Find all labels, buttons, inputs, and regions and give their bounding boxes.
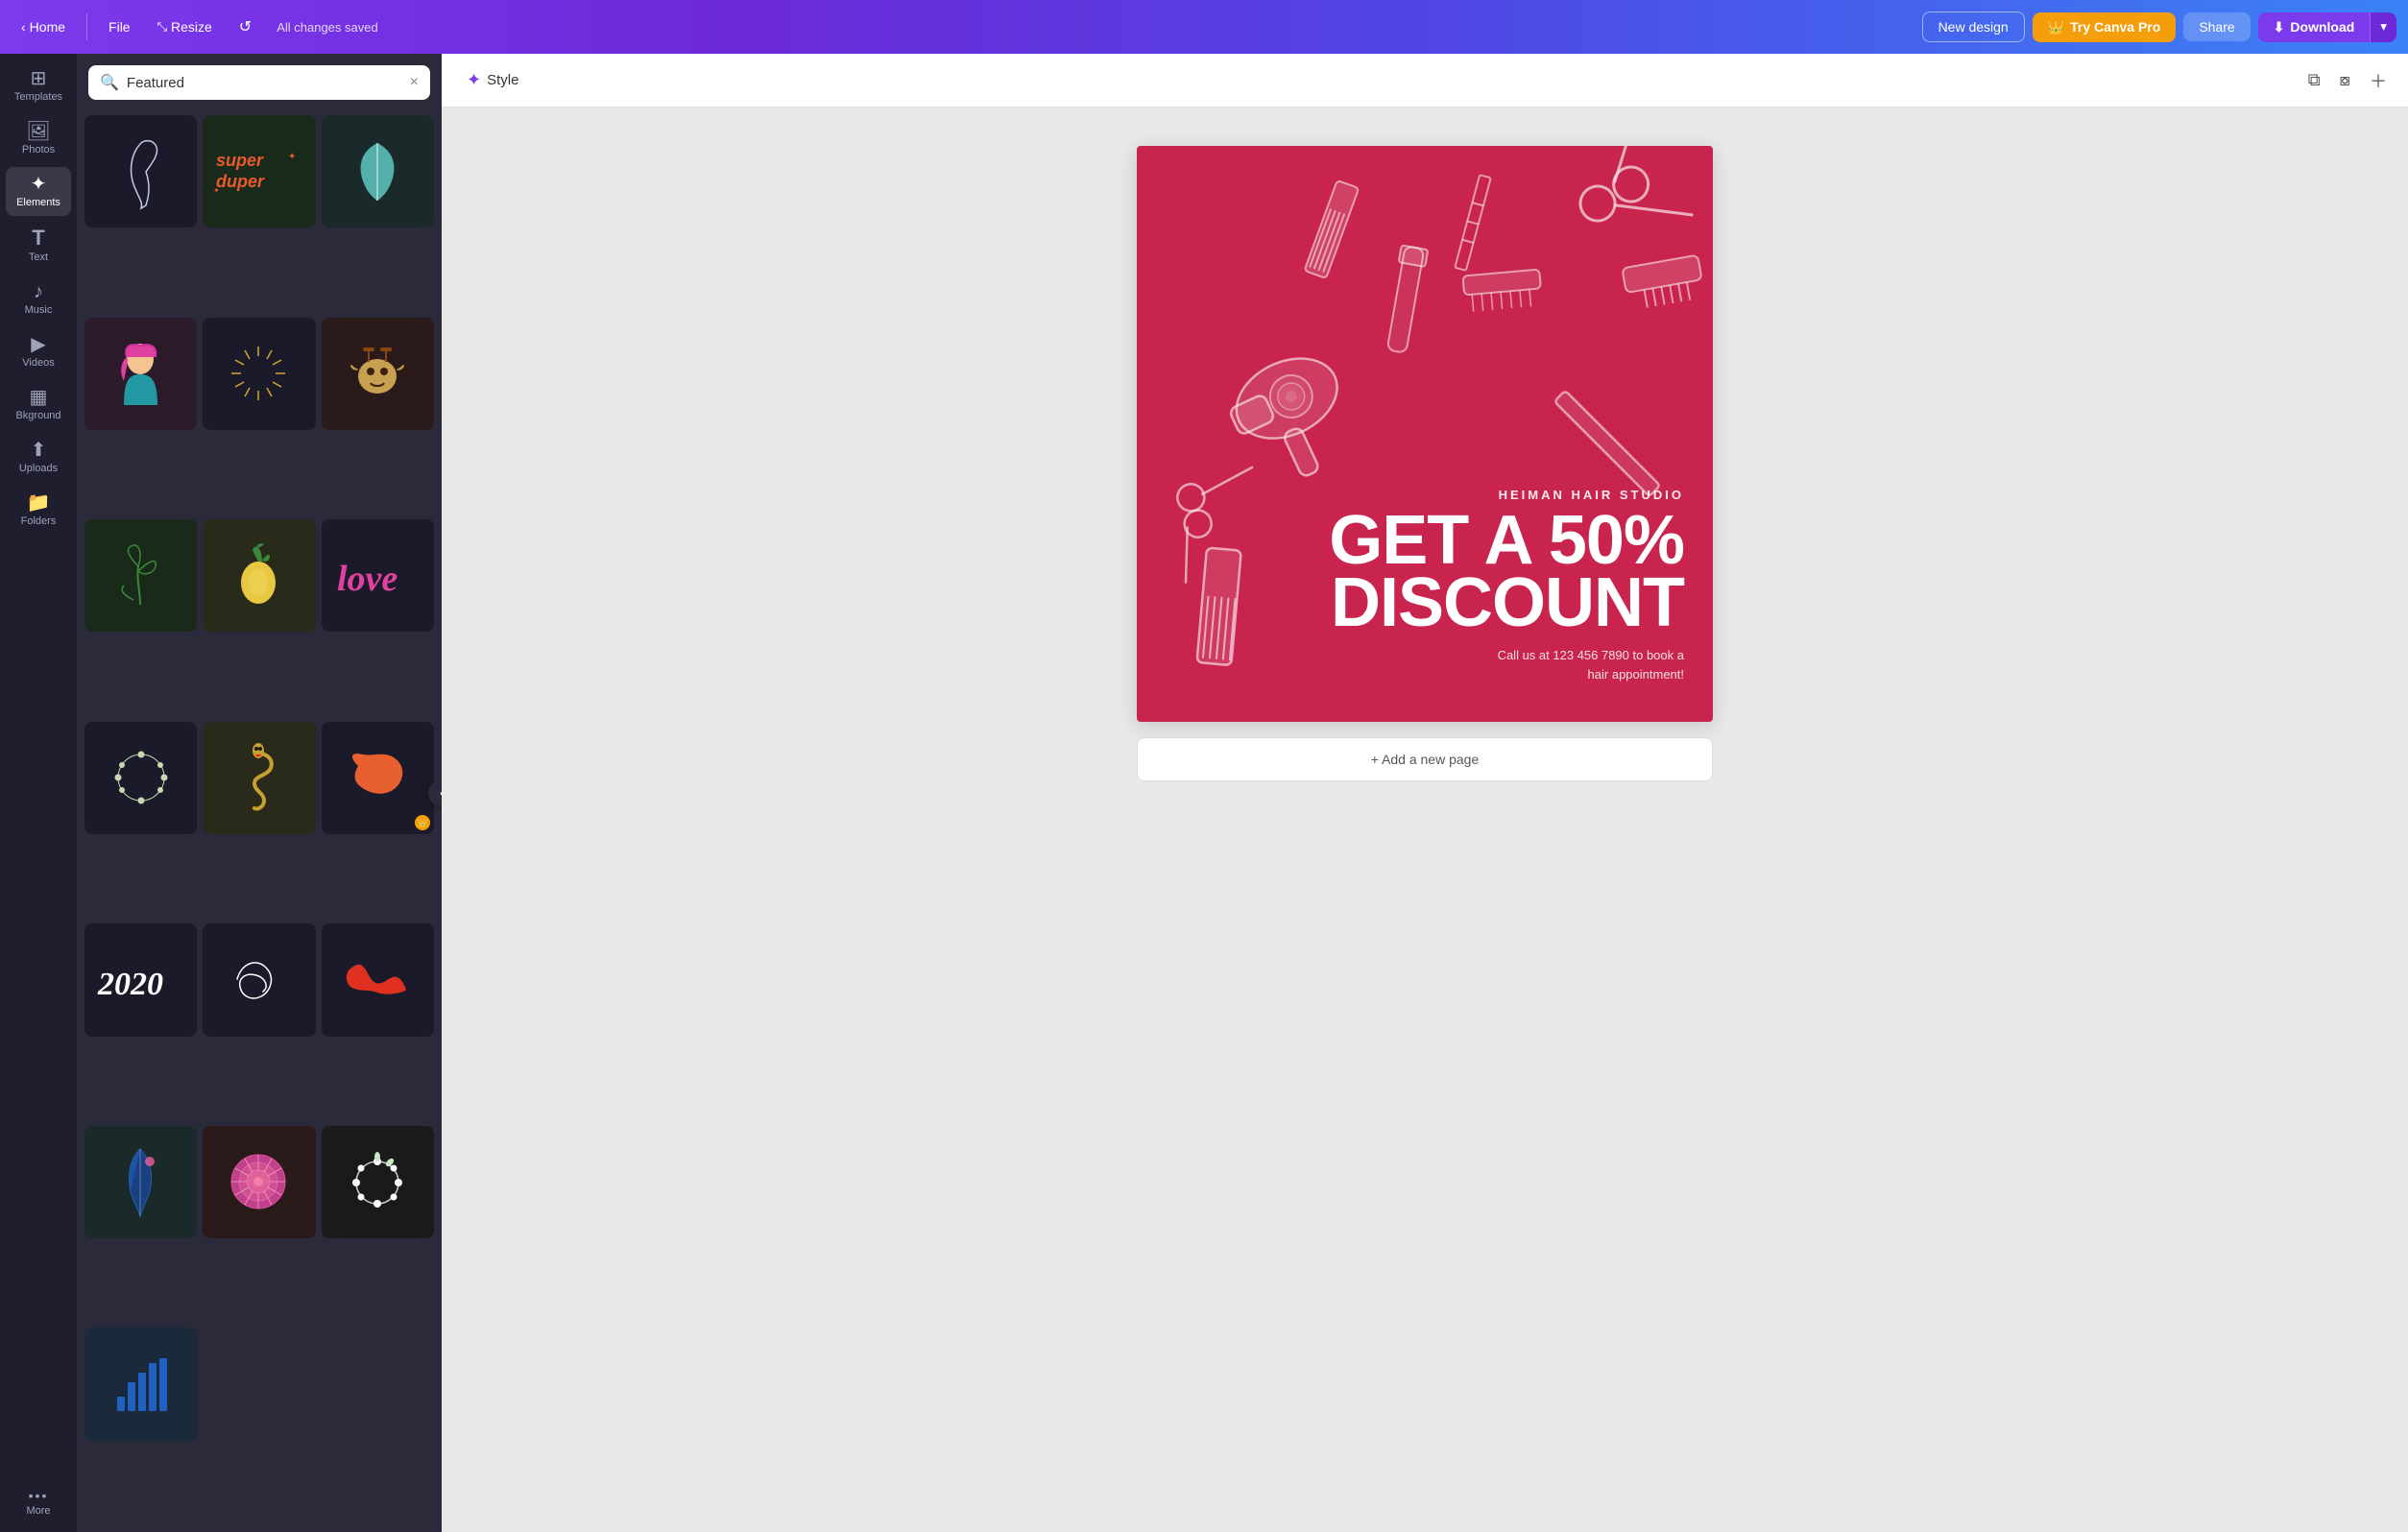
text-icon: T xyxy=(32,227,44,249)
music-icon: ♪ xyxy=(34,282,43,301)
element-flower-wreath[interactable] xyxy=(322,1126,434,1238)
search-bar: 🔍 × xyxy=(77,54,442,108)
element-blue-feather[interactable] xyxy=(84,1126,197,1238)
search-input[interactable] xyxy=(127,75,402,91)
download-button[interactable]: ⬇ Download xyxy=(2258,12,2371,42)
sidebar-item-photos[interactable]: 🖼 Photos xyxy=(6,114,71,163)
style-sparkle-icon: ✦ xyxy=(467,70,481,90)
canvas-content: HEIMAN HAIR STUDIO GET A 50% DISCOUNT Ca… xyxy=(1137,146,1713,781)
elements-panel: 🔍 × super duper ✦ ✦ xyxy=(77,54,442,1532)
element-floral-wreath[interactable] xyxy=(84,722,197,834)
element-bird[interactable] xyxy=(84,115,197,227)
svg-text:2020: 2020 xyxy=(97,967,163,1002)
file-button[interactable]: File xyxy=(99,13,140,40)
chevron-down-icon: ▾ xyxy=(2380,19,2387,34)
copy-icon: ⧇ xyxy=(2340,70,2350,89)
element-snake[interactable] xyxy=(203,722,315,834)
download-icon: ⬇ xyxy=(2274,19,2285,36)
folders-icon: 📁 xyxy=(27,493,51,513)
toolbar-icons: ⧉ ⧇ ＋ xyxy=(2302,62,2393,99)
elements-grid: super duper ✦ ✦ xyxy=(77,108,442,1532)
element-woman[interactable] xyxy=(84,318,197,430)
search-icon: 🔍 xyxy=(100,73,119,92)
add-icon: ＋ xyxy=(2370,72,2387,91)
try-pro-button[interactable]: 👑 Try Canva Pro xyxy=(2033,12,2177,42)
background-icon: ▦ xyxy=(30,388,48,407)
sidebar-item-templates[interactable]: ⊞ Templates xyxy=(6,61,71,110)
element-sunburst[interactable] xyxy=(203,318,315,430)
element-sloth[interactable] xyxy=(322,318,434,430)
element-red-wave[interactable] xyxy=(322,923,434,1036)
canvas-toolbar: ✦ Style ⧉ ⧇ ＋ xyxy=(442,54,2408,108)
studio-name: HEIMAN HAIR STUDIO xyxy=(1329,488,1684,502)
new-design-button[interactable]: New design xyxy=(1922,12,2025,42)
elements-icon: ✦ xyxy=(31,175,47,194)
search-input-wrap: 🔍 × xyxy=(88,65,430,100)
element-scribble[interactable] xyxy=(203,923,315,1036)
more-icon: ••• xyxy=(29,1489,49,1502)
sidebar-item-folders[interactable]: 📁 Folders xyxy=(6,486,71,535)
pro-badge: 👑 xyxy=(415,815,430,830)
svg-text:✦: ✦ xyxy=(288,152,296,162)
sidebar-item-elements[interactable]: ✦ Elements xyxy=(6,167,71,216)
svg-text:✦: ✦ xyxy=(213,186,220,195)
style-button[interactable]: ✦ Style xyxy=(457,64,528,96)
duplicate-page-button[interactable]: ⧉ xyxy=(2302,62,2326,99)
share-button[interactable]: Share xyxy=(2183,12,2250,41)
download-group: ⬇ Download ▾ xyxy=(2258,12,2396,42)
home-button[interactable]: ‹ Home xyxy=(12,13,75,40)
canvas-scroll[interactable]: HEIMAN HAIR STUDIO GET A 50% DISCOUNT Ca… xyxy=(442,108,2408,1532)
element-leaf[interactable] xyxy=(322,115,434,227)
search-clear-button[interactable]: × xyxy=(410,74,419,91)
element-hand-plant[interactable] xyxy=(84,519,197,632)
svg-text:duper: duper xyxy=(216,172,265,191)
add-page-button[interactable]: + Add a new page xyxy=(1137,737,1713,781)
copy-page-button[interactable]: ⧇ xyxy=(2334,62,2356,99)
contact-text: Call us at 123 456 7890 to book ahair ap… xyxy=(1329,646,1684,683)
element-superduper[interactable]: super duper ✦ ✦ xyxy=(203,115,315,227)
sidebar-item-text[interactable]: T Text xyxy=(6,220,71,271)
templates-icon: ⊞ xyxy=(31,69,47,88)
element-lemon[interactable] xyxy=(203,519,315,632)
element-2020[interactable]: 2020 xyxy=(84,923,197,1036)
sidebar-item-uploads[interactable]: ⬆ Uploads xyxy=(6,433,71,482)
sidebar-item-background[interactable]: ▦ Bkground xyxy=(6,380,71,429)
sidebar-item-videos[interactable]: ▶ Videos xyxy=(6,327,71,376)
svg-text:love: love xyxy=(337,559,397,599)
element-love-script[interactable]: love xyxy=(322,519,434,632)
element-mandala[interactable] xyxy=(203,1126,315,1238)
canvas-area: ✦ Style ⧉ ⧇ ＋ xyxy=(442,54,2408,1532)
nav-divider xyxy=(86,13,87,40)
crown-icon: 👑 xyxy=(2048,19,2064,36)
undo-button[interactable]: ↺ xyxy=(229,12,261,42)
sidebar-item-more[interactable]: ••• More xyxy=(6,1481,71,1524)
svg-text:super: super xyxy=(216,151,264,170)
undo-icon: ↺ xyxy=(239,17,252,36)
element-orange-blob[interactable]: 👑 xyxy=(322,722,434,834)
design-card[interactable]: HEIMAN HAIR STUDIO GET A 50% DISCOUNT Ca… xyxy=(1137,146,1713,722)
main-area: ⊞ Templates 🖼 Photos ✦ Elements T Text ♪… xyxy=(0,54,2408,1532)
download-caret-button[interactable]: ▾ xyxy=(2370,12,2396,42)
discount-headline: GET A 50% DISCOUNT xyxy=(1329,510,1684,634)
resize-icon: ⤡ xyxy=(157,19,167,35)
sidebar-item-music[interactable]: ♪ Music xyxy=(6,275,71,323)
photos-icon: 🖼 xyxy=(26,122,50,141)
videos-icon: ▶ xyxy=(31,335,45,354)
top-nav: ‹ Home File ⤡ Resize ↺ All changes saved… xyxy=(0,0,2408,54)
element-blue-bars[interactable] xyxy=(84,1328,197,1440)
duplicate-icon: ⧉ xyxy=(2308,70,2321,89)
card-text-area: HEIMAN HAIR STUDIO GET A 50% DISCOUNT Ca… xyxy=(1329,488,1684,683)
add-page-icon-button[interactable]: ＋ xyxy=(2364,62,2393,99)
left-sidebar: ⊞ Templates 🖼 Photos ✦ Elements T Text ♪… xyxy=(0,54,77,1532)
home-chevron-icon: ‹ xyxy=(21,19,26,35)
autosave-status: All changes saved xyxy=(277,20,378,35)
uploads-icon: ⬆ xyxy=(31,441,47,460)
resize-button[interactable]: ⤡ Resize xyxy=(148,13,222,40)
